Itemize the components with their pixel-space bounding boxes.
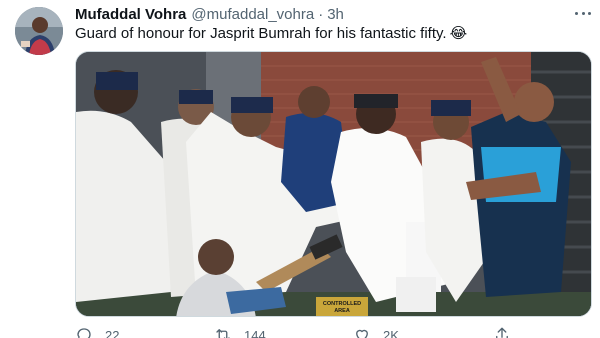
tweet-media-image[interactable]: CONTROLLED AREA — [75, 51, 592, 317]
sign-line-2: AREA — [334, 308, 350, 314]
author-handle[interactable]: @mufaddal_vohra — [191, 6, 314, 23]
avatar[interactable] — [15, 7, 63, 55]
more-icon — [575, 11, 578, 15]
tweet-timestamp[interactable]: 3h — [327, 6, 344, 23]
share-icon — [496, 327, 508, 338]
retweet-button[interactable]: 144 — [214, 326, 266, 338]
heart-icon — [356, 329, 368, 338]
photo-scene: CONTROLLED AREA — [76, 52, 591, 316]
tweet-card[interactable]: Mufaddal Vohra @mufaddal_vohra · 3h Guar… — [0, 0, 600, 338]
like-count: 2K — [383, 327, 399, 338]
more-options-button[interactable] — [572, 5, 594, 21]
reply-icon — [77, 328, 91, 338]
author-name[interactable]: Mufaddal Vohra — [75, 6, 186, 23]
share-button[interactable] — [493, 326, 511, 338]
retweet-icon — [216, 329, 230, 338]
tweet-text: Guard of honour for Jasprit Bumrah for h… — [75, 25, 447, 42]
more-icon-dot — [581, 11, 585, 15]
tweet-header: Mufaddal Vohra @mufaddal_vohra · 3h — [75, 5, 344, 23]
tweet-body: Guard of honour for Jasprit Bumrah for h… — [75, 24, 467, 42]
more-icon-dot — [588, 11, 591, 15]
reply-count: 22 — [105, 327, 120, 338]
sign-line-1: CONTROLLED — [323, 301, 361, 307]
separator-dot: · — [318, 5, 324, 23]
laughing-emoji-icon: 😂 — [449, 25, 468, 42]
reply-button[interactable]: 22 — [75, 326, 119, 338]
tweet-actions: 22 144 2K — [75, 326, 595, 338]
retweet-count: 144 — [244, 327, 266, 338]
like-button[interactable]: 2K — [353, 326, 399, 338]
